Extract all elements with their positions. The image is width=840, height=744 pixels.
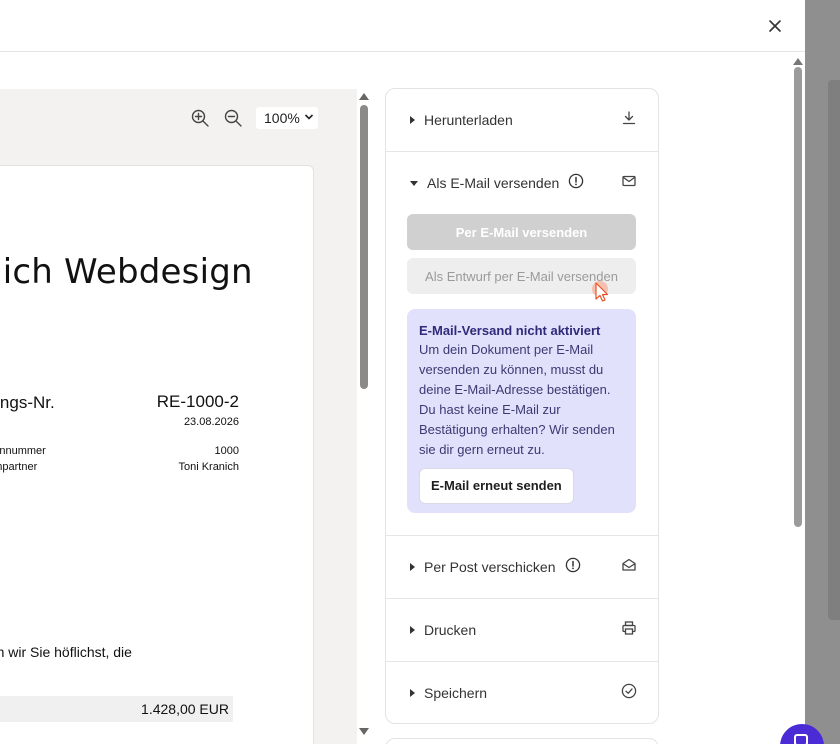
row-value: Toni Kranich [178, 461, 239, 473]
email-disabled-notice: E-Mail-Versand nicht aktiviert Um dein D… [407, 309, 636, 513]
mail-icon [622, 175, 636, 187]
section-download-header[interactable]: Herunterladen [386, 89, 658, 151]
caret-right-icon [410, 563, 415, 571]
document-page: nich Webdesign nungs-Nr. RE-1000-2 23.08… [0, 165, 314, 744]
backdrop-scroll-track [828, 80, 840, 620]
contact-person-row: rechpartner Toni Kranich [0, 461, 239, 473]
section-email-header[interactable]: Als E-Mail versenden [386, 152, 658, 214]
close-icon[interactable] [763, 14, 787, 38]
caret-right-icon [410, 689, 415, 697]
scroll-thumb[interactable] [360, 105, 368, 389]
caret-right-icon [410, 626, 415, 634]
preview-scrollbar[interactable] [357, 89, 371, 735]
invoice-number-label: nungs-Nr. [0, 393, 55, 412]
section-post: Per Post verschicken [386, 536, 658, 599]
info-icon[interactable] [565, 557, 581, 573]
notice-text: Um dein Dokument per E-Mail versenden zu… [419, 342, 615, 457]
chat-icon [794, 734, 808, 744]
send-email-button[interactable]: Per E-Mail versenden [407, 214, 636, 250]
modal-content: 100% nich Webdesign nungs-Nr. RE-1000-2 … [0, 53, 805, 744]
document-total: 1.428,00 EUR [141, 701, 229, 717]
section-label: Drucken [424, 622, 477, 638]
modal-header [0, 0, 805, 52]
check-circle-icon [621, 683, 637, 699]
scroll-down-icon[interactable] [359, 728, 369, 735]
mouse-cursor-icon [592, 281, 609, 302]
next-card-edge [385, 738, 659, 744]
section-label: Speichern [424, 685, 488, 701]
section-print: Drucken [386, 599, 658, 662]
zoom-in-icon[interactable] [190, 108, 210, 128]
zoom-level-value: 100% [264, 110, 300, 126]
info-icon[interactable] [568, 173, 584, 189]
zoom-level-select[interactable]: 100% [256, 107, 318, 129]
section-save: Speichern [386, 662, 658, 723]
section-label: Als E-Mail versenden [427, 175, 560, 191]
modal-dialog: 100% nich Webdesign nungs-Nr. RE-1000-2 … [0, 0, 805, 744]
row-label: rechpartner [0, 461, 38, 473]
download-icon [622, 111, 636, 125]
caret-down-icon [410, 181, 418, 186]
envelope-open-icon [622, 558, 636, 571]
scroll-up-icon[interactable] [359, 93, 369, 100]
invoice-number: RE-1000-2 [156, 392, 239, 411]
section-save-header[interactable]: Speichern [386, 662, 658, 723]
customer-number-row: ndennummer 1000 [0, 445, 239, 457]
row-value: 1000 [214, 445, 239, 457]
invoice-date: 23.08.2026 [183, 416, 239, 428]
document-preview: 100% nich Webdesign nungs-Nr. RE-1000-2 … [0, 89, 357, 744]
section-label: Per Post verschicken [424, 559, 556, 575]
notice-title: E-Mail-Versand nicht aktiviert [419, 323, 601, 338]
modal-scrollbar[interactable] [790, 53, 805, 744]
caret-right-icon [410, 116, 415, 124]
resend-email-button[interactable]: E-Mail erneut senden [419, 468, 574, 504]
scroll-up-icon[interactable] [793, 58, 803, 65]
zoom-out-icon[interactable] [223, 108, 243, 128]
document-body-text: tten wir Sie höflichst, die [0, 644, 132, 660]
actions-panel: Herunterladen Als E-Mail versenden Per E… [385, 88, 659, 724]
zoom-toolbar: 100% [190, 107, 318, 129]
section-print-header[interactable]: Drucken [386, 599, 658, 661]
chevron-down-icon [304, 114, 314, 120]
printer-icon [622, 621, 636, 635]
scroll-thumb[interactable] [794, 67, 802, 527]
section-post-header[interactable]: Per Post verschicken [386, 536, 658, 598]
section-label: Herunterladen [424, 112, 513, 128]
row-label: ndennummer [0, 445, 46, 457]
document-company-title: nich Webdesign [0, 252, 253, 292]
section-download: Herunterladen [386, 89, 658, 152]
document-total-row: 1.428,00 EUR [0, 696, 233, 722]
